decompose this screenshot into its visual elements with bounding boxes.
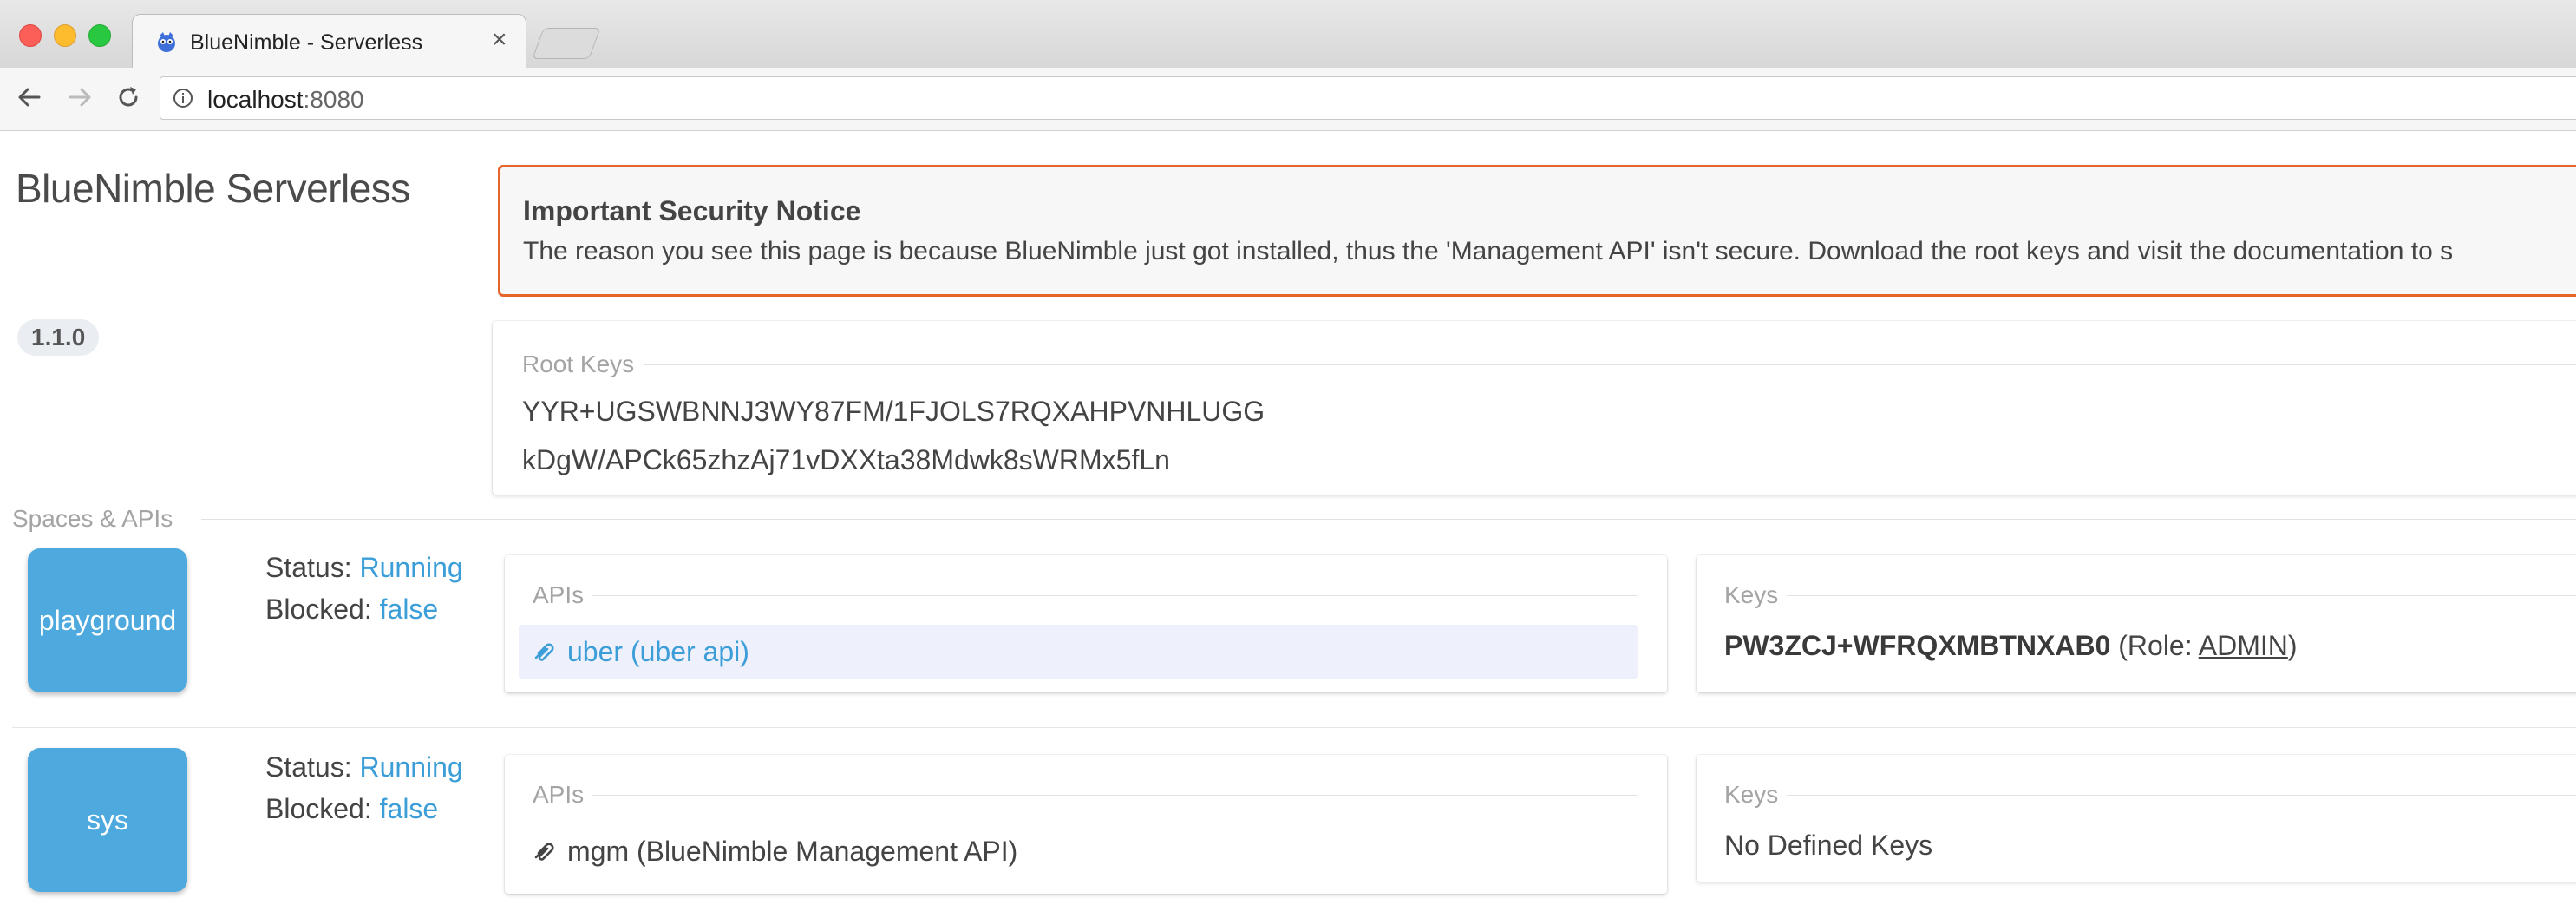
role-prefix: (Role: <box>2110 630 2199 661</box>
paperclip-icon <box>533 639 559 665</box>
apis-card-sys: APIs mgm (BlueNimble Management API) <box>505 755 1667 894</box>
legend-divider <box>592 595 1638 596</box>
paperclip-icon <box>533 838 559 864</box>
status-value[interactable]: Running <box>360 552 463 583</box>
security-notice: Important Security Notice The reason you… <box>498 165 2576 297</box>
root-keys-legend: Root Keys <box>522 351 635 377</box>
url-host: localhost <box>207 86 304 113</box>
space-status: Status: Running <box>265 751 463 784</box>
zoom-window-button[interactable] <box>88 24 111 47</box>
close-window-button[interactable] <box>19 24 42 47</box>
apis-legend: APIs <box>533 781 585 808</box>
tab-title: BlueNimble - Serverless <box>190 30 423 55</box>
status-value[interactable]: Running <box>360 751 463 783</box>
api-label: mgm (BlueNimble Management API) <box>567 835 1018 867</box>
notice-title: Important Security Notice <box>523 195 861 226</box>
role-suffix: ) <box>2287 630 2298 661</box>
arrow-right-icon <box>69 88 91 107</box>
legend-divider <box>1787 595 2576 596</box>
browser-tabstrip: BlueNimble - Serverless × <box>0 0 2576 69</box>
spaces-divider <box>201 519 2576 520</box>
api-label: uber (uber api) <box>567 635 749 667</box>
legend-divider <box>1787 795 2576 796</box>
url-port: :8080 <box>303 86 364 113</box>
bluenimble-favicon-icon <box>158 32 175 52</box>
minimize-window-button[interactable] <box>54 24 76 47</box>
space-tile-sys[interactable]: sys <box>28 748 187 892</box>
space-blocked: Blocked: false <box>265 793 438 825</box>
root-key-1[interactable]: YYR+UGSWBNNJ3WY87FM/1FJOLS7RQXAHPVNHLUGG <box>522 396 1265 428</box>
keys-legend: Keys <box>1724 781 1779 808</box>
space-key-playground[interactable]: PW3ZCJ+WFRQXMBTNXAB0 (Role: ADMIN) <box>1724 630 2298 662</box>
info-icon[interactable] <box>173 88 193 108</box>
reload-button[interactable] <box>109 78 147 116</box>
legend-divider <box>592 795 1638 796</box>
root-key-2[interactable]: kDgW/APCk65zhzAj71vDXXta38Mdwk8sWRMx5fLn <box>522 444 1170 476</box>
page-title: BlueNimble Serverless <box>16 166 410 211</box>
space-tile-playground[interactable]: playground <box>28 548 187 692</box>
root-keys-card: Root Keys YYR+UGSWBNNJ3WY87FM/1FJOLS7RQX… <box>493 321 2576 495</box>
keys-legend: Keys <box>1724 581 1779 608</box>
key-value: PW3ZCJ+WFRQXMBTNXAB0 <box>1724 630 2111 661</box>
arrow-left-icon <box>18 88 41 107</box>
new-tab-button[interactable] <box>532 28 601 59</box>
status-label: Status: <box>265 751 352 783</box>
keys-card-sys: Keys No Defined Keys <box>1697 755 2576 882</box>
status-label: Status: <box>265 552 352 583</box>
no-keys-text: No Defined Keys <box>1724 829 1933 861</box>
version-badge: 1.1.0 <box>17 319 100 356</box>
forward-button[interactable] <box>61 78 99 116</box>
back-button[interactable] <box>10 78 49 116</box>
tab-close-icon[interactable]: × <box>492 27 507 53</box>
space-status: Status: Running <box>265 552 463 584</box>
address-bar[interactable]: localhost:8080 <box>160 76 2576 120</box>
reload-icon <box>119 87 138 107</box>
apis-card-playground: APIs uber (uber api) <box>505 555 1667 692</box>
role-link[interactable]: ADMIN <box>2199 630 2288 661</box>
keys-card-playground: Keys PW3ZCJ+WFRQXMBTNXAB0 (Role: ADMIN) <box>1697 555 2576 692</box>
row-divider <box>12 727 2576 728</box>
api-item-mgm[interactable]: mgm (BlueNimble Management API) <box>519 824 1638 878</box>
browser-tab-active[interactable]: BlueNimble - Serverless × <box>132 14 526 68</box>
space-blocked: Blocked: false <box>265 593 438 626</box>
blocked-value[interactable]: false <box>380 593 439 625</box>
notice-body: The reason you see this page is because … <box>523 237 2454 266</box>
spaces-legend: Spaces & APIs <box>12 505 173 532</box>
blocked-value[interactable]: false <box>380 793 439 824</box>
browser-toolbar: localhost:8080 <box>0 68 2576 131</box>
url-text: localhost:8080 <box>207 86 364 114</box>
api-item-uber[interactable]: uber (uber api) <box>519 625 1638 679</box>
blocked-label: Blocked: <box>265 593 372 625</box>
apis-legend: APIs <box>533 581 585 608</box>
legend-divider <box>644 364 2576 365</box>
blocked-label: Blocked: <box>265 793 372 824</box>
